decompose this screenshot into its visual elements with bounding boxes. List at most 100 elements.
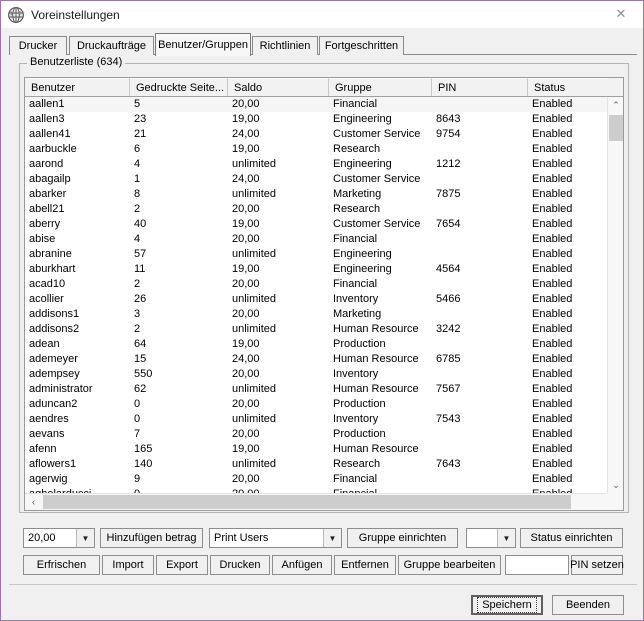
pin-input[interactable] xyxy=(505,555,569,575)
import-button[interactable]: Import xyxy=(102,555,154,575)
remove-button[interactable]: Entfernen xyxy=(334,555,396,575)
save-button[interactable]: Speichern xyxy=(471,595,543,615)
cell-gruppe: Human Resource xyxy=(333,383,419,395)
table-row[interactable]: addisons2 2 unlimited Human Resource 3242 Ena… xyxy=(25,322,608,337)
column-header-gruppe[interactable]: Gruppe xyxy=(329,78,432,96)
cell-gruppe: Marketing xyxy=(333,308,382,320)
edit-group-button[interactable]: Gruppe bearbeiten xyxy=(398,555,501,575)
table-row[interactable]: aendres 0 unlimited Inventory 7543 Enabled xyxy=(25,412,608,427)
cell-benutzer: abranine xyxy=(29,248,72,260)
print-button[interactable]: Drucken xyxy=(210,555,270,575)
table-body[interactable]: aallen1 5 20,00 Financial Enabled aallen3 23 19… xyxy=(25,97,608,494)
cell-gruppe: Human Resource xyxy=(333,323,419,335)
cell-status: Enabled xyxy=(532,473,573,485)
cell-saldo: 19,00 xyxy=(232,443,260,455)
table-row[interactable]: afenn 165 19,00 Human Resource Enabled xyxy=(25,442,608,457)
table-row[interactable]: addisons1 3 20,00 Marketing Enabled xyxy=(25,307,608,322)
cell-saldo: unlimited xyxy=(232,458,277,470)
column-header-saldo[interactable]: Saldo xyxy=(228,78,329,96)
cell-benutzer: agerwig xyxy=(29,473,68,485)
cell-gedruckte-seite: 2 xyxy=(134,278,141,290)
table-row[interactable]: aallen3 23 19,00 Engineering 8643 Enabled xyxy=(25,112,608,127)
column-header-status[interactable]: Status xyxy=(528,78,608,96)
chevron-down-icon[interactable]: ▼ xyxy=(497,529,515,547)
cell-gedruckte-seite: 64 xyxy=(134,338,147,350)
cell-gedruckte-seite: 62 xyxy=(134,383,147,395)
cell-saldo: 20,00 xyxy=(232,308,260,320)
cell-saldo: 19,00 xyxy=(232,338,260,350)
cell-saldo: unlimited xyxy=(232,158,277,170)
cell-gedruckte-seite: 57 xyxy=(134,248,147,260)
cell-gruppe: Customer Service xyxy=(333,218,421,230)
cell-gruppe: Customer Service xyxy=(333,173,421,185)
table-row[interactable]: aallen1 5 20,00 Financial Enabled xyxy=(25,97,608,112)
tab-benutzer-gruppen[interactable]: Benutzer/Gruppen xyxy=(155,33,251,56)
cell-pin xyxy=(436,367,526,382)
horizontal-scroll-thumb[interactable] xyxy=(43,495,571,509)
table-row[interactable]: acad10 2 20,00 Financial Enabled xyxy=(25,277,608,292)
amount-combo[interactable]: 20,00 ▼ xyxy=(23,528,95,548)
vertical-scroll-thumb[interactable] xyxy=(609,115,623,141)
cell-pin: 1212 xyxy=(436,158,461,170)
table-row[interactable]: aberry 40 19,00 Customer Service 7654 Enabled xyxy=(25,217,608,232)
table-row[interactable]: aflowers1 140 unlimited Research 7643 Enabled xyxy=(25,457,608,472)
cell-saldo: unlimited xyxy=(232,293,277,305)
column-header-pin[interactable]: PIN xyxy=(432,78,528,96)
table-row[interactable]: agerwig 9 20,00 Financial Enabled xyxy=(25,472,608,487)
table-row[interactable]: aevans 7 20,00 Production Enabled xyxy=(25,427,608,442)
cell-saldo: 20,00 xyxy=(232,428,260,440)
cell-gruppe: Research xyxy=(333,203,381,215)
vertical-scrollbar[interactable]: ⌃ ⌄ xyxy=(607,97,623,494)
table-row[interactable]: adempsey 550 20,00 Inventory Enabled xyxy=(25,367,608,382)
column-header-gedruckte-seiten[interactable]: Gedruckte Seite... xyxy=(130,78,228,96)
exit-button[interactable]: Beenden xyxy=(552,595,624,615)
horizontal-scrollbar[interactable]: ‹ › xyxy=(25,493,623,510)
cell-status: Enabled xyxy=(532,308,573,320)
tab-druckauftraege[interactable]: Druckaufträge xyxy=(69,36,154,55)
tab-fortgeschritten[interactable]: Fortgeschritten xyxy=(319,36,404,55)
cell-saldo: unlimited xyxy=(232,413,277,425)
table-row[interactable]: aburkhart 11 19,00 Engineering 4564 Enabled xyxy=(25,262,608,277)
table-row[interactable]: abagailp 1 24,00 Customer Service Enabled xyxy=(25,172,608,187)
table-row[interactable]: abranine 57 unlimited Engineering Enabled xyxy=(25,247,608,262)
table-row[interactable]: ademeyer 15 24,00 Human Resource 6785 Enabled xyxy=(25,352,608,367)
tab-richtlinien[interactable]: Richtlinien xyxy=(252,36,318,55)
close-icon[interactable]: ✕ xyxy=(599,1,643,27)
column-header-benutzer[interactable]: Benutzer xyxy=(25,78,130,96)
export-button[interactable]: Export xyxy=(156,555,208,575)
cell-gruppe: Financial xyxy=(333,278,378,290)
scroll-up-icon[interactable]: ⌃ xyxy=(608,97,623,114)
save-button-label: Speichern xyxy=(477,597,537,613)
table-row[interactable]: aallen41 21 24,00 Customer Service 9754 Enabl… xyxy=(25,127,608,142)
cell-gruppe: Engineering xyxy=(333,248,392,260)
cell-saldo: 24,00 xyxy=(232,353,260,365)
chevron-down-icon[interactable]: ▼ xyxy=(76,529,94,547)
cell-benutzer: aallen1 xyxy=(29,98,65,110)
table-row[interactable]: adean 64 19,00 Production Enabled xyxy=(25,337,608,352)
refresh-button[interactable]: Erfrischen xyxy=(23,555,100,575)
status-combo[interactable]: ▼ xyxy=(466,528,516,548)
table-row[interactable]: aarond 4 unlimited Engineering 1212 Enabled xyxy=(25,157,608,172)
cell-saldo: 20,00 xyxy=(232,368,260,380)
setup-status-button[interactable]: Status einrichten xyxy=(520,528,623,548)
table-row[interactable]: abell21 2 20,00 Research Enabled xyxy=(25,202,608,217)
add-amount-button[interactable]: Hinzufügen betrag xyxy=(100,528,203,548)
table-row[interactable]: abise 4 20,00 Financial Enabled xyxy=(25,232,608,247)
cell-gruppe: Human Resource xyxy=(333,353,419,365)
set-pin-button[interactable]: PIN setzen xyxy=(570,555,624,575)
group-combo[interactable]: Print Users ▼ xyxy=(209,528,342,548)
cell-status: Enabled xyxy=(532,128,573,140)
table-row[interactable]: abarker 8 unlimited Marketing 7875 Enabled xyxy=(25,187,608,202)
scroll-down-icon[interactable]: ⌄ xyxy=(608,477,623,494)
cell-gedruckte-seite: 550 xyxy=(134,368,153,380)
chevron-down-icon[interactable]: ▼ xyxy=(323,529,341,547)
add-user-button[interactable]: Anfügen xyxy=(272,555,332,575)
cell-saldo: 20,00 xyxy=(232,233,260,245)
table-row[interactable]: aarbuckle 6 19,00 Research Enabled xyxy=(25,142,608,157)
table-row[interactable]: acollier 26 unlimited Inventory 5466 Enabled xyxy=(25,292,608,307)
setup-group-button[interactable]: Gruppe einrichten xyxy=(347,528,458,548)
scroll-left-icon[interactable]: ‹ xyxy=(25,494,42,510)
table-row[interactable]: aduncan2 0 20,00 Production Enabled xyxy=(25,397,608,412)
tab-drucker[interactable]: Drucker xyxy=(9,36,67,55)
table-row[interactable]: administrator 62 unlimited Human Resource 75… xyxy=(25,382,608,397)
